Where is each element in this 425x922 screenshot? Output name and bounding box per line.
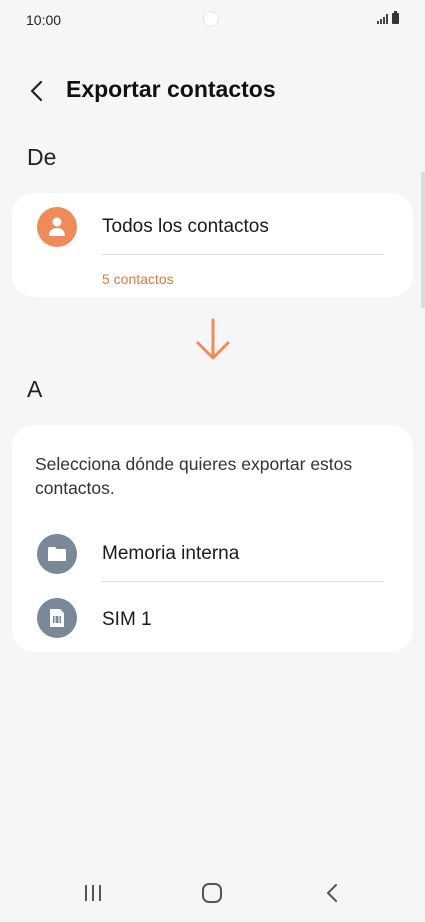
sim-card-icon — [37, 598, 77, 638]
from-section-label: De — [27, 144, 57, 170]
folder-icon — [37, 534, 77, 574]
page-title: Exportar contactos — [66, 76, 276, 102]
back-icon — [327, 884, 337, 902]
export-description: Selecciona dónde quieres exportar estos … — [35, 454, 353, 498]
recent-apps-button[interactable] — [73, 878, 113, 908]
header: Exportar contactos — [0, 68, 425, 112]
signal-icon — [377, 14, 388, 24]
option-sim-1[interactable]: SIM 1 — [12, 591, 413, 647]
to-card: Selecciona dónde quieres exportar estos … — [12, 425, 413, 652]
battery-icon — [392, 11, 399, 24]
home-button[interactable] — [192, 878, 232, 908]
option-label: SIM 1 — [102, 609, 152, 630]
option-internal-memory[interactable]: Memoria interna — [12, 527, 413, 583]
divider — [102, 581, 384, 582]
status-time: 10:00 — [26, 12, 62, 28]
recent-apps-icon — [85, 885, 101, 901]
chevron-left-icon — [30, 80, 43, 102]
option-label: Memoria interna — [102, 543, 240, 564]
contact-avatar-icon — [37, 207, 77, 247]
from-card[interactable]: Todos los contactos 5 contactos — [12, 193, 413, 297]
to-section-label: A — [27, 376, 43, 402]
home-icon — [202, 883, 222, 903]
arrow-down-icon — [196, 318, 230, 360]
back-nav-button[interactable] — [312, 878, 352, 908]
all-contacts-label: Todos los contactos — [102, 216, 269, 237]
status-icons — [377, 11, 399, 24]
back-button[interactable] — [20, 74, 54, 108]
front-camera — [203, 11, 219, 27]
contacts-count: 5 contactos — [102, 271, 174, 287]
scrollbar[interactable] — [421, 172, 425, 308]
person-icon — [49, 217, 65, 236]
status-bar: 10:00 — [0, 0, 425, 40]
divider — [102, 254, 384, 255]
navigation-bar — [0, 868, 425, 922]
